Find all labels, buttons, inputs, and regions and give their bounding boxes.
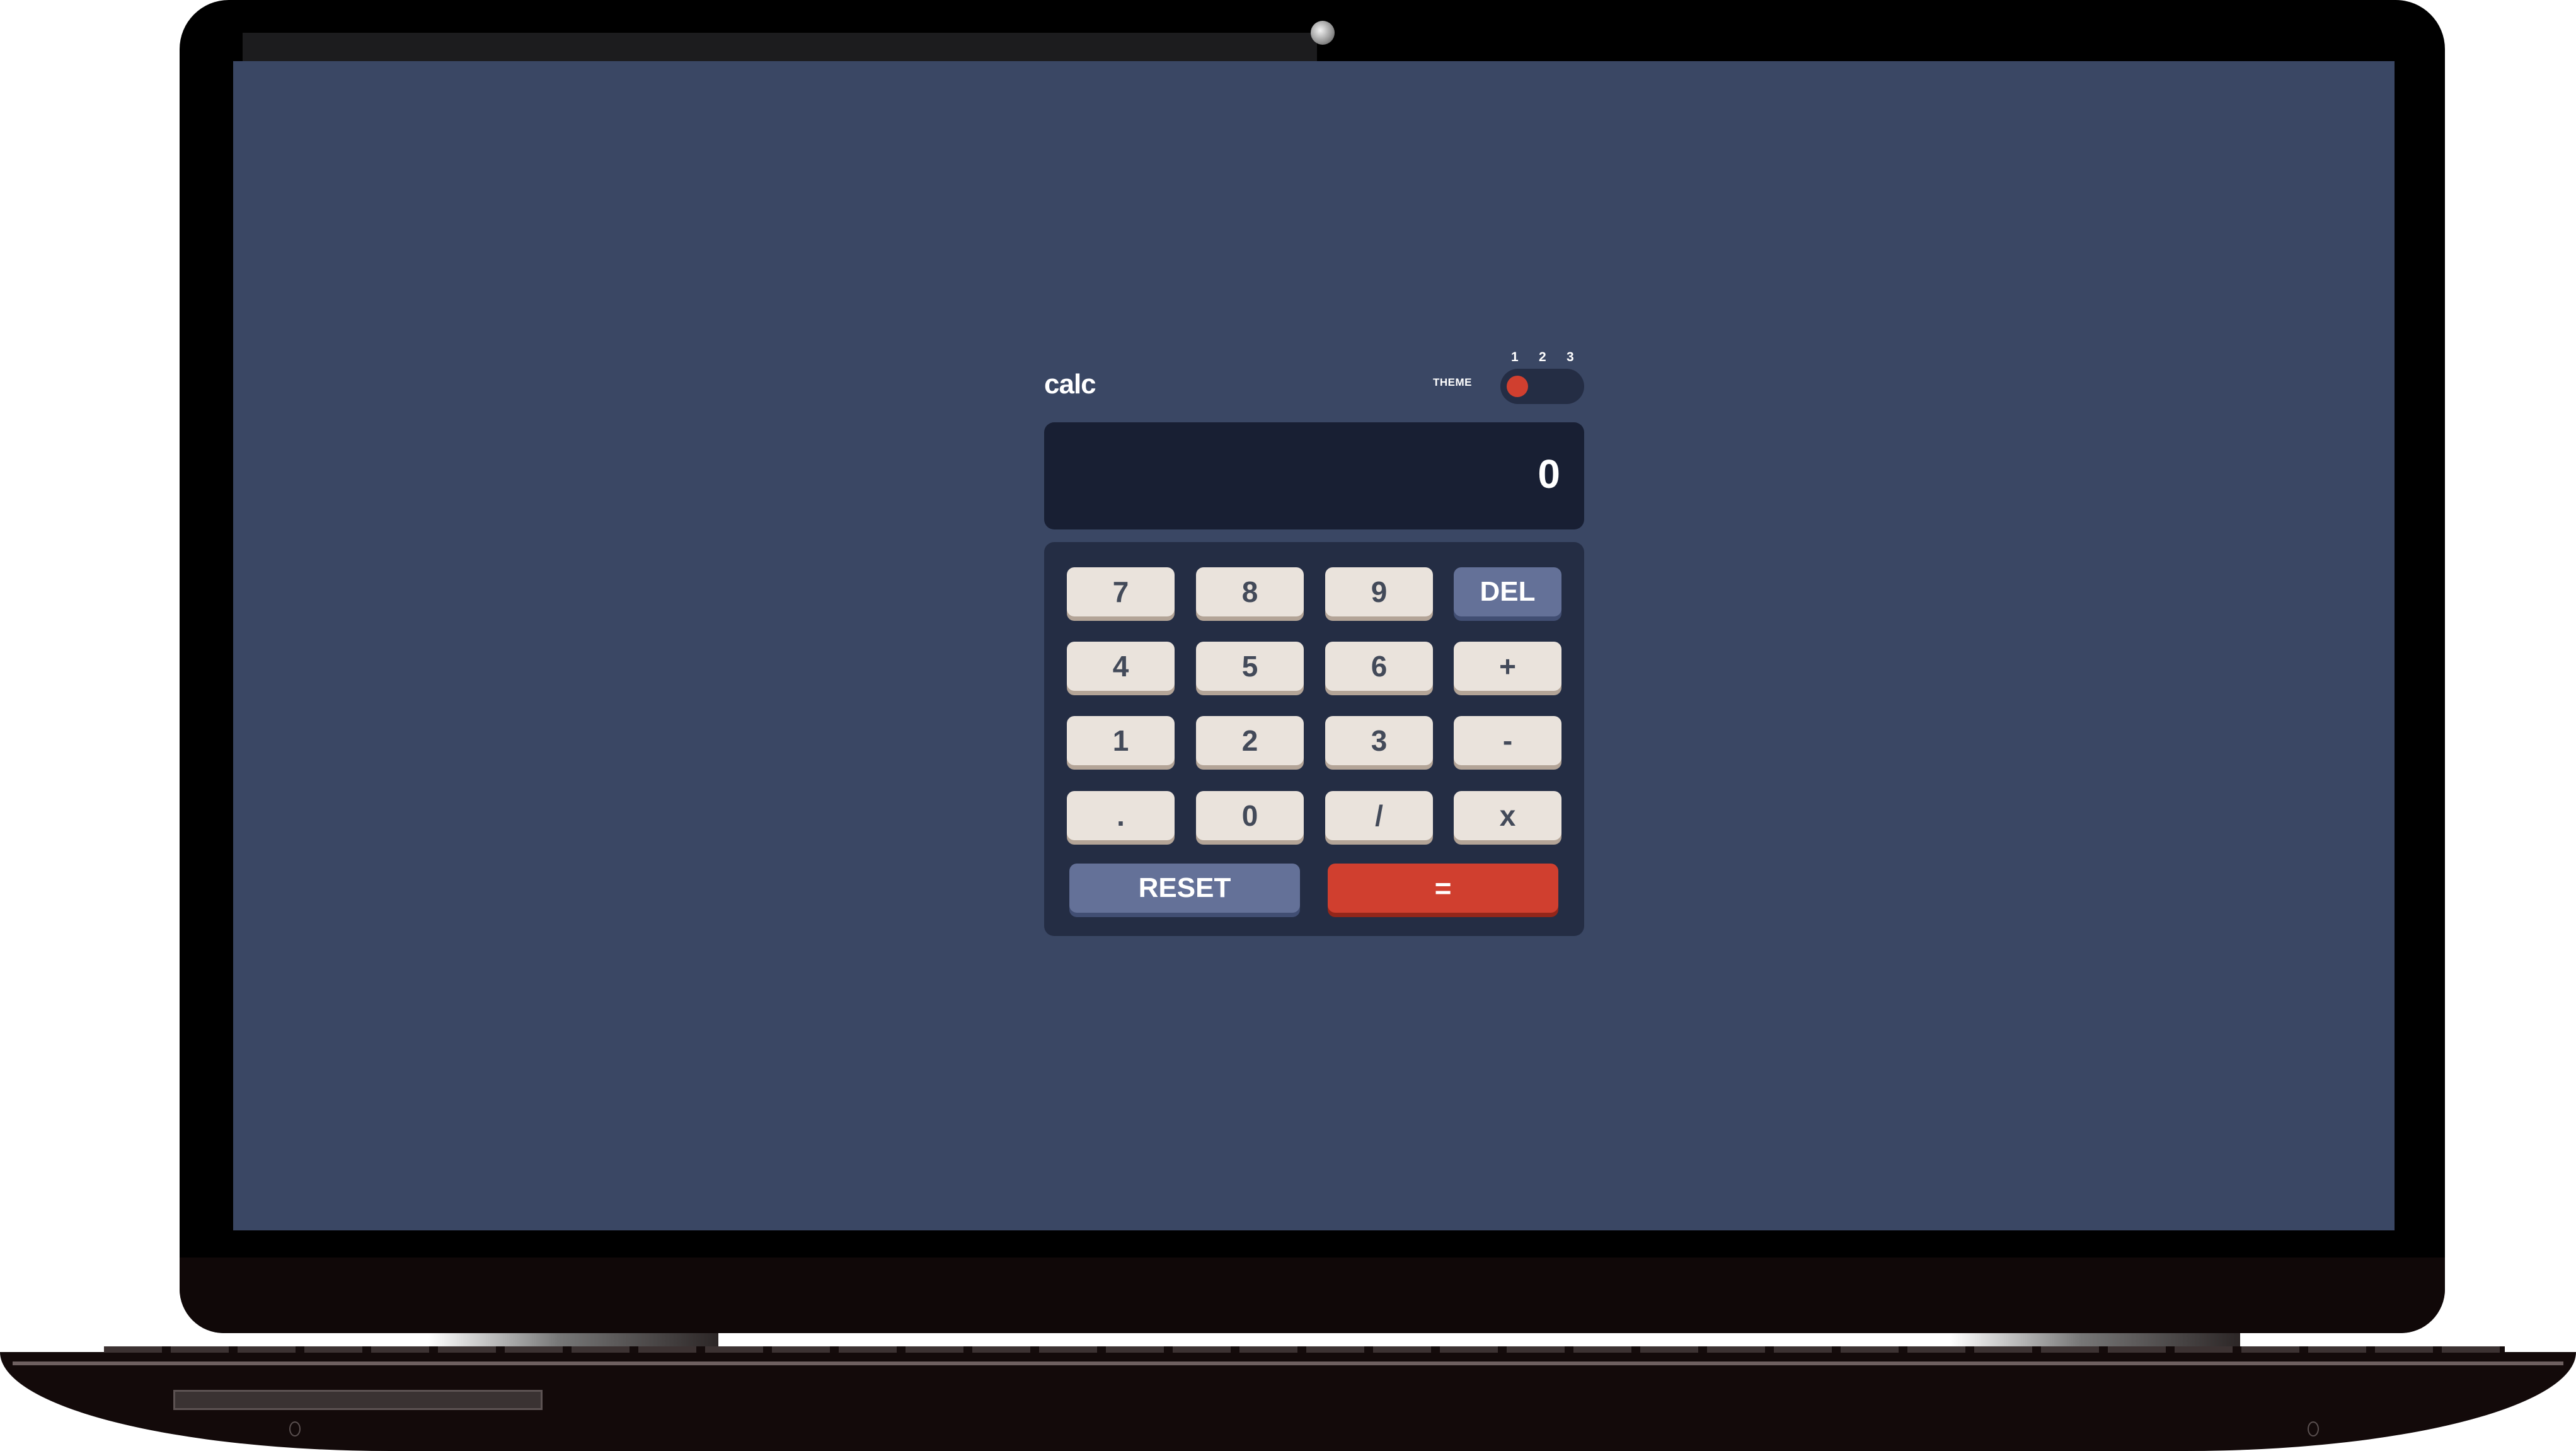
laptop-foot-left <box>289 1421 301 1437</box>
calculator-app: calc THEME 1 2 3 0 7 8 9 DEL 4 5 6 + 1 2… <box>1044 344 1584 936</box>
laptop-base-edge <box>13 1361 2563 1365</box>
keypad: 7 8 9 DEL 4 5 6 + 1 2 3 - . 0 / x RESET … <box>1044 542 1584 936</box>
laptop-mockup: calc THEME 1 2 3 0 7 8 9 DEL 4 5 6 + 1 2… <box>0 0 2576 1451</box>
key-2[interactable]: 2 <box>1196 716 1304 765</box>
laptop-bezel-chin <box>180 1257 2445 1333</box>
key-5[interactable]: 5 <box>1196 642 1304 691</box>
app-title: calc <box>1044 369 1096 400</box>
laptop-foot-right <box>2308 1421 2319 1437</box>
theme-toggle[interactable] <box>1500 369 1584 404</box>
calculator-display: 0 <box>1044 422 1584 529</box>
theme-label: THEME <box>1433 376 1472 388</box>
theme-option-3[interactable]: 3 <box>1567 350 1574 365</box>
theme-option-1[interactable]: 1 <box>1511 350 1519 365</box>
key-3[interactable]: 3 <box>1325 716 1433 765</box>
laptop-touchpad <box>173 1390 543 1410</box>
equals-button[interactable]: = <box>1328 864 1558 913</box>
key-minus[interactable]: - <box>1454 716 1561 765</box>
bezel-strip <box>243 33 1317 62</box>
key-4[interactable]: 4 <box>1067 642 1175 691</box>
key-9[interactable]: 9 <box>1325 567 1433 616</box>
laptop-keyboard-edge <box>104 1346 2505 1353</box>
theme-options: 1 2 3 <box>1507 350 1584 365</box>
key-multiply[interactable]: x <box>1454 791 1561 840</box>
key-8[interactable]: 8 <box>1196 567 1304 616</box>
delete-button[interactable]: DEL <box>1454 567 1561 616</box>
key-divide[interactable]: / <box>1325 791 1433 840</box>
key-0[interactable]: 0 <box>1196 791 1304 840</box>
webcam-icon <box>1311 21 1335 45</box>
theme-toggle-knob[interactable] <box>1507 376 1528 397</box>
reset-button[interactable]: RESET <box>1069 864 1300 913</box>
calculator-header: calc THEME 1 2 3 <box>1044 344 1584 422</box>
theme-option-2[interactable]: 2 <box>1539 350 1546 365</box>
key-1[interactable]: 1 <box>1067 716 1175 765</box>
key-6[interactable]: 6 <box>1325 642 1433 691</box>
display-value: 0 <box>1538 451 1560 497</box>
key-plus[interactable]: + <box>1454 642 1561 691</box>
key-decimal[interactable]: . <box>1067 791 1175 840</box>
key-7[interactable]: 7 <box>1067 567 1175 616</box>
